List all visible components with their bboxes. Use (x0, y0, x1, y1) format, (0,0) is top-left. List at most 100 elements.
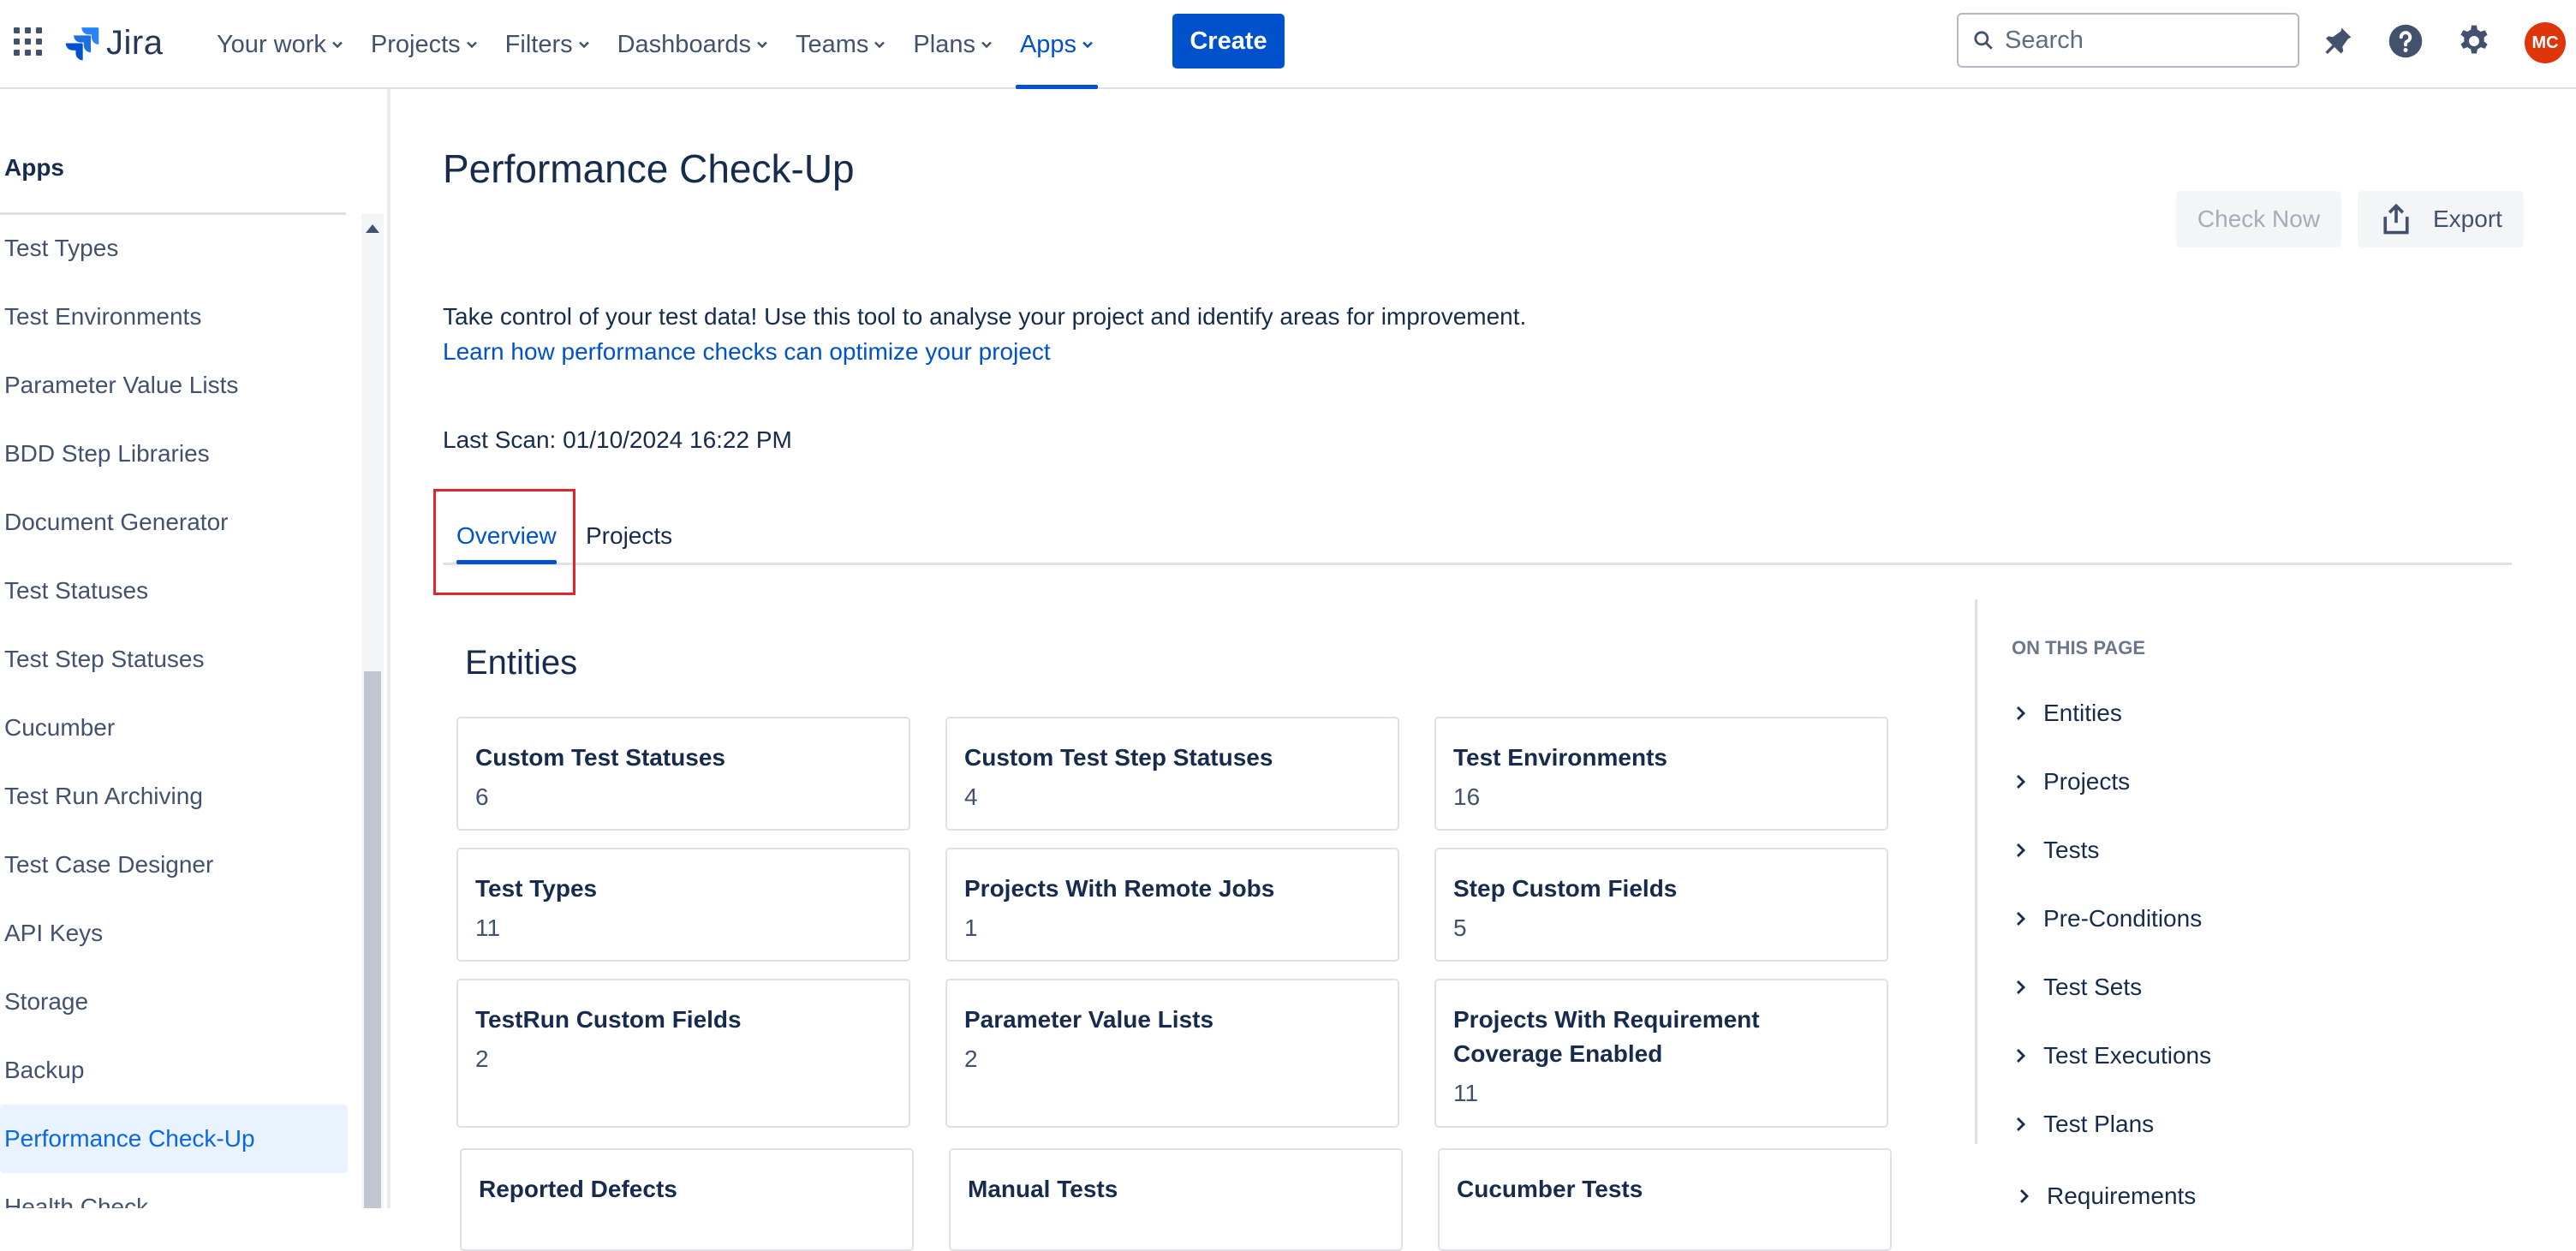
chevron-right-icon (2017, 843, 2025, 857)
toc-item-tests[interactable]: Tests (2014, 837, 2099, 864)
sidebar-heading: Apps (4, 154, 64, 181)
toc-item-label: Entities (2043, 700, 2122, 726)
toc-item-test-sets[interactable]: Test Sets (2014, 974, 2142, 1001)
card-title: Reported Defects (479, 1176, 677, 1202)
card-value: 16 (1453, 783, 1481, 810)
sidebar-item-test-case-designer[interactable]: Test Case Designer (0, 831, 348, 899)
card-title: Cucumber Tests (1457, 1176, 1643, 1202)
card-value: 11 (1453, 1080, 1479, 1106)
app-switcher-icon[interactable] (14, 27, 43, 57)
sidebar-item-test-types[interactable]: Test Types (0, 214, 348, 283)
sidebar-scrollbar[interactable] (361, 214, 384, 1208)
tab-bar: Overview Projects (443, 505, 2512, 565)
jira-logo-icon (65, 27, 99, 61)
nav-plans[interactable]: Plans (905, 0, 1000, 89)
jira-logo[interactable]: Jira (63, 19, 163, 67)
nav-item-label: Apps (1019, 30, 1077, 58)
nav-filters[interactable]: Filters (498, 0, 598, 89)
toc-item-label: Requirements (2047, 1182, 2197, 1209)
toc-item-label: Tests (2043, 837, 2100, 863)
card-title: Projects With Remote Jobs (964, 875, 1275, 902)
card-title: Parameter Value Lists (964, 1006, 1214, 1033)
toc-item-requirements[interactable]: Requirements (2018, 1182, 2196, 1210)
entity-card-projects-with-requirement-coverage[interactable]: Projects With Requirement Coverage Enabl… (1434, 979, 1888, 1128)
export-button[interactable]: Export (2358, 191, 2524, 247)
chevron-down-icon (578, 41, 589, 49)
nav-apps[interactable]: Apps (1012, 0, 1101, 89)
sidebar-item-health-check[interactable]: Health Check (0, 1173, 348, 1208)
chevron-down-icon (874, 41, 886, 49)
scroll-up-arrow-icon[interactable] (366, 224, 379, 233)
search-box[interactable] (1957, 13, 2299, 68)
sidebar-item-test-statuses[interactable]: Test Statuses (0, 557, 348, 625)
primary-nav: Your work Projects Filters Dashboards Te… (209, 0, 1113, 89)
toc-item-label: Test Executions (2043, 1042, 2212, 1069)
entity-card-step-custom-fields[interactable]: Step Custom Fields 5 (1434, 848, 1888, 962)
sidebar-item-api-keys[interactable]: API Keys (0, 899, 348, 968)
nav-projects[interactable]: Projects (363, 0, 486, 89)
sidebar-item-test-environments[interactable]: Test Environments (0, 283, 348, 351)
last-scan-text: Last Scan: 01/10/2024 16:22 PM (443, 426, 792, 453)
check-now-button[interactable]: Check Now (2176, 191, 2341, 247)
nav-item-label: Your work (217, 30, 326, 58)
sidebar-item-bdd-step-libraries[interactable]: BDD Step Libraries (0, 420, 348, 488)
sidebar-item-document-generator[interactable]: Document Generator (0, 488, 348, 557)
sidebar-item-cucumber[interactable]: Cucumber (0, 694, 348, 762)
entity-card-testrun-custom-fields[interactable]: TestRun Custom Fields 2 (456, 979, 910, 1128)
nav-teams[interactable]: Teams (788, 0, 893, 89)
nav-item-label: Plans (913, 30, 975, 58)
sidebar-item-parameter-value-lists[interactable]: Parameter Value Lists (0, 351, 348, 420)
card-title: Custom Test Statuses (475, 744, 725, 771)
card-value: 2 (475, 1045, 489, 1072)
toc-item-label: Test Sets (2043, 974, 2143, 1000)
sidebar-item-performance-check-up[interactable]: Performance Check-Up (0, 1105, 348, 1173)
chevron-right-icon (2017, 980, 2025, 994)
chevron-down-icon (1082, 41, 1093, 49)
card-value: 2 (964, 1045, 978, 1072)
toc-item-test-executions[interactable]: Test Executions (2014, 1042, 2211, 1069)
card-title: Step Custom Fields (1453, 875, 1678, 902)
nav-dashboards[interactable]: Dashboards (610, 0, 776, 89)
nav-item-label: Teams (795, 30, 869, 58)
chevron-right-icon (2017, 1117, 2025, 1131)
sidebar-list: Test Types Test Environments Parameter V… (0, 214, 348, 1208)
entity-card-reported-defects[interactable]: Reported Defects (460, 1148, 914, 1251)
create-button[interactable]: Create (1172, 14, 1285, 69)
sidebar-item-backup[interactable]: Backup (0, 1036, 348, 1105)
sidebar-item-test-step-statuses[interactable]: Test Step Statuses (0, 625, 348, 694)
nav-your-work[interactable]: Your work (209, 0, 351, 89)
settings-gear-icon[interactable] (2456, 23, 2492, 59)
sidebar-item-test-run-archiving[interactable]: Test Run Archiving (0, 762, 348, 831)
entity-card-projects-with-remote-jobs[interactable]: Projects With Remote Jobs 1 (945, 848, 1399, 962)
sidebar-item-storage[interactable]: Storage (0, 968, 348, 1036)
tab-projects[interactable]: Projects (586, 522, 672, 550)
help-icon[interactable] (2388, 23, 2424, 59)
entity-card-parameter-value-lists[interactable]: Parameter Value Lists 2 (945, 979, 1399, 1128)
nav-item-label: Dashboards (617, 30, 751, 58)
chevron-down-icon (332, 41, 343, 49)
toc-item-projects[interactable]: Projects (2014, 768, 2130, 795)
learn-more-link[interactable]: Learn how performance checks can optimiz… (443, 338, 1051, 366)
scrollbar-thumb[interactable] (364, 671, 381, 1208)
entity-card-custom-test-statuses[interactable]: Custom Test Statuses 6 (456, 717, 910, 831)
chevron-down-icon (466, 41, 477, 49)
card-title: Projects With Requirement Coverage Enabl… (1453, 1006, 1760, 1067)
toc-item-label: Test Plans (2043, 1111, 2155, 1137)
toc-divider (1975, 599, 1977, 1144)
user-avatar[interactable]: MC (2525, 22, 2566, 63)
tab-overview[interactable]: Overview (456, 522, 557, 564)
notifications-icon[interactable] (2320, 23, 2356, 59)
card-title: Test Types (475, 875, 598, 902)
entity-card-cucumber-tests[interactable]: Cucumber Tests (1438, 1148, 1892, 1251)
entity-card-custom-test-step-statuses[interactable]: Custom Test Step Statuses 4 (945, 717, 1399, 831)
entity-card-test-environments[interactable]: Test Environments 16 (1434, 717, 1888, 831)
entity-card-manual-tests[interactable]: Manual Tests (949, 1148, 1403, 1251)
search-input[interactable] (2005, 26, 2287, 55)
export-label: Export (2433, 206, 2502, 232)
entity-card-test-types[interactable]: Test Types 11 (456, 848, 910, 962)
card-title: Custom Test Step Statuses (964, 744, 1273, 771)
toc-item-test-plans[interactable]: Test Plans (2014, 1111, 2154, 1138)
toc-item-pre-conditions[interactable]: Pre-Conditions (2014, 905, 2202, 932)
toc-item-entities[interactable]: Entities (2014, 700, 2122, 727)
nav-item-label: Filters (504, 30, 573, 58)
